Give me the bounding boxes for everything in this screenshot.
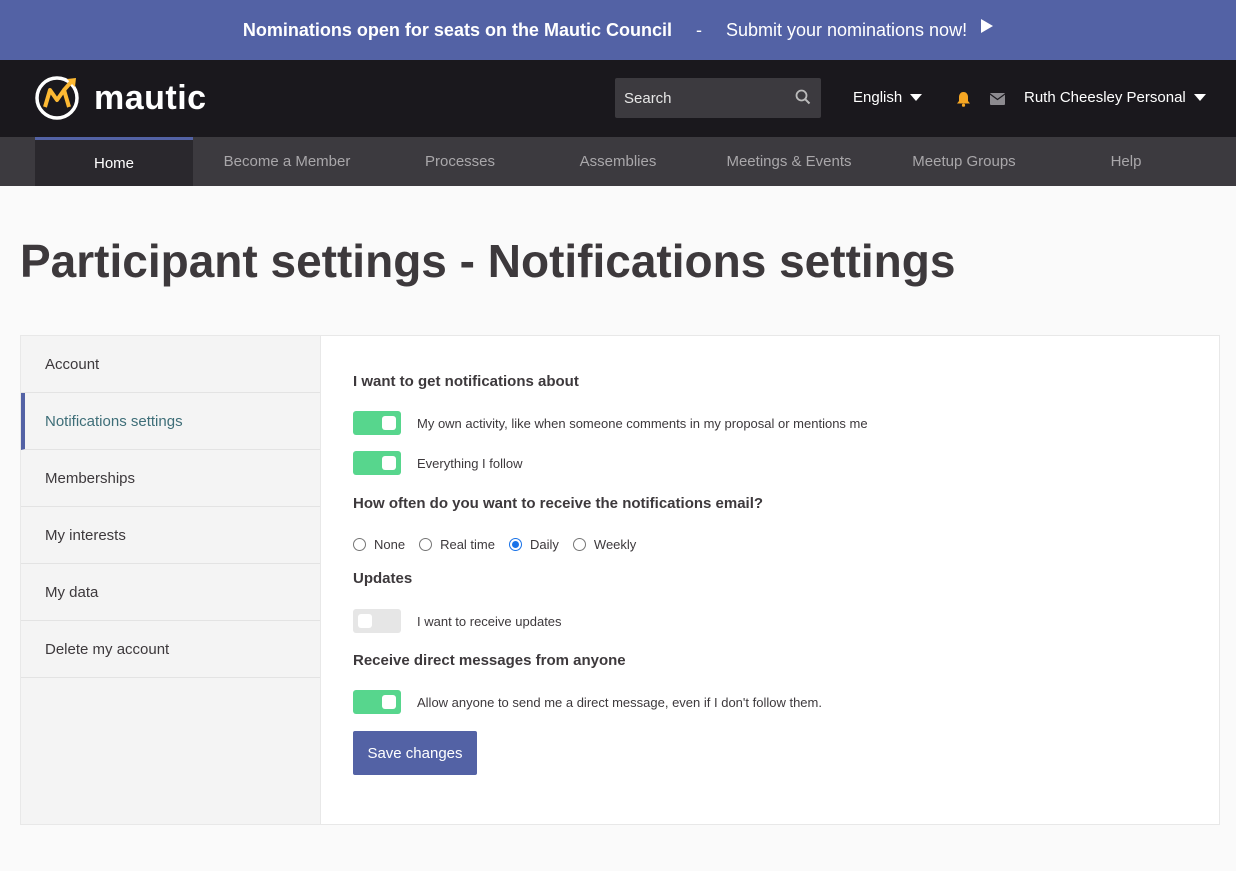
everything-i-follow-label: Everything I follow [417,455,523,471]
search-icon[interactable] [795,89,811,105]
language-label: English [853,89,903,106]
everything-i-follow-toggle[interactable] [353,451,401,475]
own-activity-row: My own activity, like when someone comme… [353,411,868,435]
save-changes-button[interactable]: Save changes [353,731,477,775]
sidebar-item-account[interactable]: Account [21,336,320,393]
radio-daily[interactable] [509,538,522,551]
email-frequency-radios: None Real time Daily Weekly [353,537,650,552]
email-frequency-title: How often do you want to receive the not… [353,495,764,512]
sidebar-item-delete-my-account[interactable]: Delete my account [21,621,320,678]
updates-toggle[interactable] [353,609,401,633]
radio-daily-label: Daily [530,537,559,552]
page-title: Participant settings - Notifications set… [20,235,956,287]
direct-messages-label: Allow anyone to send me a direct message… [417,694,822,710]
updates-row: I want to receive updates [353,609,562,633]
radio-option-weekly[interactable]: Weekly [572,537,637,552]
settings-sidebar: Account Notifications settings Membershi… [21,336,321,824]
nav-item-processes[interactable]: Processes [381,137,539,186]
language-selector[interactable]: English [853,89,923,106]
chevron-down-icon [910,94,923,101]
radio-option-none[interactable]: None [353,537,405,552]
settings-card: Account Notifications settings Membershi… [20,335,1220,825]
announcement-bar[interactable]: Nominations open for seats on the Mautic… [0,0,1236,60]
updates-label: I want to receive updates [417,613,562,629]
nav-item-assemblies[interactable]: Assemblies [539,137,697,186]
radio-option-daily[interactable]: Daily [509,537,559,552]
nav-item-meetings-events[interactable]: Meetings & Events [704,137,874,186]
play-icon [981,19,994,33]
site-header: mautic English Ruth Cheesley Personal [0,60,1236,137]
radio-real-time[interactable] [419,538,433,551]
toggle-knob [382,456,396,470]
updates-title: Updates [353,570,413,587]
radio-weekly[interactable] [572,538,586,551]
radio-real-time-label: Real time [440,537,495,552]
radio-none-label: None [374,537,406,552]
everything-i-follow-row: Everything I follow [353,451,523,475]
sidebar-item-my-data[interactable]: My data [21,564,320,621]
radio-none[interactable] [353,538,366,551]
sidebar-item-notifications-settings[interactable]: Notifications settings [21,393,320,450]
bell-icon[interactable] [956,91,971,107]
sidebar-item-my-interests[interactable]: My interests [21,507,320,564]
logo[interactable]: mautic [34,75,207,121]
notifications-about-title: I want to get notifications about [353,373,579,390]
direct-messages-row: Allow anyone to send me a direct message… [353,690,822,714]
toggle-knob [382,695,396,709]
mautic-logo-icon [35,76,79,120]
user-name: Ruth Cheesley Personal [1024,89,1186,106]
sidebar-item-memberships[interactable]: Memberships [21,450,320,507]
announcement-title: Nominations open for seats on the Mautic… [242,19,672,40]
radio-option-real-time[interactable]: Real time [419,537,495,552]
nav-item-become-a-member[interactable]: Become a Member [208,137,366,186]
search-box[interactable] [615,78,821,118]
nav-item-help[interactable]: Help [1047,137,1205,186]
mail-icon[interactable] [990,93,1005,105]
announcement-link[interactable]: Submit your nominations now! [726,20,967,41]
direct-messages-toggle[interactable] [353,690,401,714]
toggle-knob [382,416,396,430]
radio-weekly-label: Weekly [593,537,637,552]
toggle-knob [358,614,372,628]
nav-item-home[interactable]: Home [35,137,193,186]
nav-item-meetup-groups[interactable]: Meetup Groups [885,137,1043,186]
chevron-down-icon [1193,94,1206,101]
logo-text: mautic [94,78,207,117]
direct-messages-title: Receive direct messages from anyone [353,652,626,669]
user-menu[interactable]: Ruth Cheesley Personal [1024,89,1206,106]
announcement-separator: - [695,19,702,40]
search-input[interactable] [615,89,785,107]
main-nav: Home Become a Member Processes Assemblie… [0,137,1236,186]
own-activity-toggle[interactable] [353,411,401,435]
own-activity-label: My own activity, like when someone comme… [417,415,868,431]
